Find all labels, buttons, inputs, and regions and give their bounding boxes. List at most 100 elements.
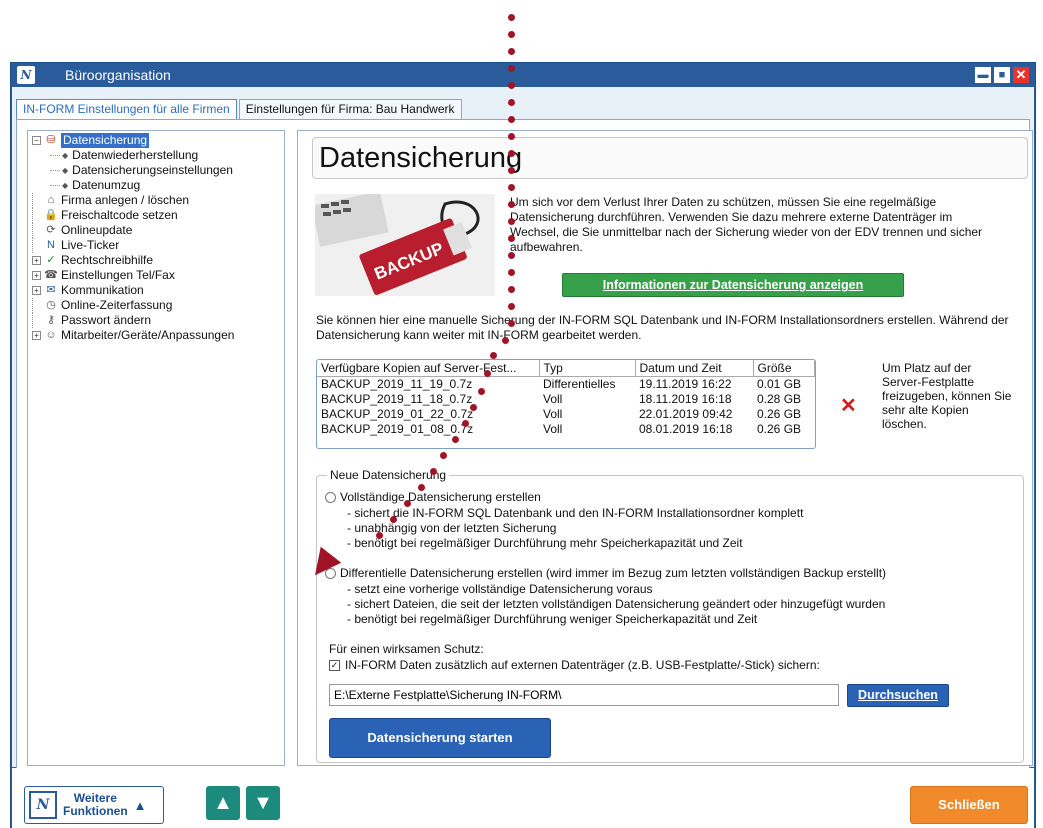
- annotation-dot: [508, 320, 515, 327]
- tree-item[interactable]: ◆ Datenwiederherstellung: [32, 148, 284, 163]
- copies-list[interactable]: Verfügbare Kopien auf Server-Fest... Typ…: [316, 359, 816, 449]
- tree-item-label: Passwort ändern: [61, 313, 152, 327]
- tree-item-label: Kommunikation: [61, 283, 144, 297]
- table-row[interactable]: BACKUP_2019_01_08_0.7z Voll 08.01.2019 16:…: [317, 422, 815, 437]
- annotation-dot: [470, 404, 477, 411]
- tree-item[interactable]: ◆ Datensicherungseinstellungen: [32, 163, 284, 178]
- tree-item-label: Einstellungen Tel/Fax: [61, 268, 175, 282]
- annotation-dot: [508, 235, 515, 242]
- table-cell: 22.01.2019 09:42: [639, 407, 733, 421]
- more-functions-button[interactable]: N Weitere Funktionen ▲: [24, 786, 164, 824]
- tab-all-companies[interactable]: IN-FORM Einstellungen für alle Firmen: [16, 99, 237, 120]
- expand-icon[interactable]: +: [32, 256, 41, 265]
- tree-item[interactable]: ◆ Datenumzug: [32, 178, 284, 193]
- tree-item[interactable]: + ✉ Kommunikation: [32, 283, 284, 298]
- external-backup-label: IN-FORM Daten zusätzlich auf externen Da…: [345, 658, 820, 672]
- app-logo-icon: N: [17, 66, 35, 84]
- col-header-date[interactable]: Datum und Zeit: [635, 360, 754, 377]
- diff-backup-label: Differentielle Datensicherung erstellen …: [340, 566, 887, 580]
- more-functions-line2: Funktionen: [63, 804, 128, 818]
- tab-company-settings[interactable]: Einstellungen für Firma: Bau Handwerk: [238, 99, 462, 119]
- app-logo-icon: N: [29, 791, 57, 819]
- table-cell: BACKUP_2019_11_18_0.7z: [321, 392, 473, 406]
- external-backup-checkbox[interactable]: ✓: [329, 659, 340, 671]
- diff-backup-option[interactable]: Differentielle Datensicherung erstellen …: [325, 566, 886, 580]
- annotation-dot: [462, 420, 469, 427]
- key-icon: ⚷: [46, 314, 56, 326]
- table-row[interactable]: BACKUP_2019_01_22_0.7z Voll 22.01.2019 09:…: [317, 407, 815, 422]
- expand-icon[interactable]: +: [32, 331, 41, 340]
- annotation-dot: [440, 452, 447, 459]
- table-row[interactable]: BACKUP_2019_11_18_0.7z Voll 18.11.2019 16:…: [317, 392, 815, 407]
- tree-item[interactable]: ⟳ Onlineupdate: [32, 223, 284, 238]
- annotation-dot: [376, 532, 383, 539]
- table-cell: Differentielles: [543, 377, 616, 392]
- table-cell: Voll: [543, 422, 563, 436]
- annotation-dot: [508, 201, 515, 208]
- annotation-dot: [490, 352, 497, 359]
- window-title: Büroorganisation: [65, 67, 171, 83]
- table-cell: 0.28 GB: [757, 392, 802, 406]
- tree-item-label: Firma anlegen / löschen: [61, 193, 190, 207]
- tree-item-label: Rechtschreibhilfe: [61, 253, 154, 267]
- tree-item-label: Mitarbeiter/Geräte/Anpassungen: [61, 328, 235, 342]
- info-button-label: Informationen zur Datensicherung anzeige…: [602, 278, 864, 292]
- annotation-dot: [508, 82, 515, 89]
- minimize-icon[interactable]: ▬: [975, 67, 991, 83]
- tree-item[interactable]: + ☎ Einstellungen Tel/Fax: [32, 268, 284, 283]
- annotation-dot: [484, 370, 491, 377]
- mail-icon: ✉: [46, 284, 56, 296]
- full-backup-radio[interactable]: [325, 491, 336, 503]
- delete-copy-icon[interactable]: ✕: [840, 393, 857, 418]
- external-path-input[interactable]: [329, 684, 839, 706]
- external-backup-option[interactable]: ✓ IN-FORM Daten zusätzlich auf externen …: [329, 658, 820, 672]
- tree-item[interactable]: 🔒 Freischaltcode setzen: [32, 208, 284, 223]
- tree-item-label: Online-Zeiterfassung: [61, 298, 173, 312]
- collapse-icon[interactable]: −: [32, 136, 41, 145]
- col-header-size[interactable]: Größe: [753, 360, 815, 377]
- phone-icon: ☎: [44, 269, 58, 281]
- expand-icon[interactable]: +: [32, 286, 41, 295]
- table-cell: 08.01.2019 16:18: [639, 422, 733, 436]
- info-button[interactable]: Informationen zur Datensicherung anzeige…: [562, 273, 904, 297]
- browse-button[interactable]: Durchsuchen: [847, 684, 949, 707]
- tree-item-label: Live-Ticker: [61, 238, 120, 252]
- tree-line: [32, 238, 41, 253]
- annotation-dot: [430, 468, 437, 475]
- annotation-dot: [390, 516, 397, 523]
- annotation-dot: [508, 218, 515, 225]
- col-header-file[interactable]: Verfügbare Kopien auf Server-Fest...: [317, 360, 540, 377]
- expand-icon[interactable]: +: [32, 271, 41, 280]
- tree-line: [32, 208, 41, 223]
- maximize-icon[interactable]: ■: [994, 67, 1010, 83]
- tree-item-label: Datensicherungseinstellungen: [72, 163, 233, 177]
- tree-item[interactable]: N Live-Ticker: [32, 238, 284, 253]
- full-backup-label: Vollständige Datensicherung erstellen: [340, 490, 541, 504]
- bullet-icon: ◆: [62, 181, 69, 190]
- annotation-dot: [418, 484, 425, 491]
- annotation-dot: [508, 269, 515, 276]
- content-pane: Datensicherung BACKUP Um sich vor dem Ve…: [297, 130, 1033, 766]
- new-backup-group: Neue Datensicherung Vollständige Datensi…: [316, 468, 1024, 763]
- nav-down-button[interactable]: ▼: [246, 786, 280, 820]
- tree-item[interactable]: ◷ Online-Zeiterfassung: [32, 298, 284, 313]
- table-cell: BACKUP_2019_11_19_0.7z: [321, 377, 473, 392]
- close-icon[interactable]: ✕: [1013, 67, 1029, 83]
- delete-hint: Um Platz auf der Server-Festplatte freiz…: [882, 361, 1012, 431]
- col-header-type[interactable]: Typ: [539, 360, 636, 377]
- table-row[interactable]: BACKUP_2019_11_19_0.7z Differentielles 19.…: [317, 377, 815, 392]
- diff-backup-bullets: - setzt eine vorherige vollständige Date…: [347, 582, 885, 627]
- tree-item[interactable]: + ✓ Rechtschreibhilfe: [32, 253, 284, 268]
- close-button[interactable]: Schließen: [910, 786, 1028, 824]
- tree-item[interactable]: + ☺ Mitarbeiter/Geräte/Anpassungen: [32, 328, 284, 343]
- tree-item[interactable]: ⌂ Firma anlegen / löschen: [32, 193, 284, 208]
- tab-panel: − ⛁ Datensicherung ◆ Datenwiederherstellung ◆…: [16, 119, 1033, 769]
- start-backup-button[interactable]: Datensicherung starten: [329, 718, 551, 758]
- ticker-icon: N: [47, 239, 55, 251]
- nav-up-button[interactable]: ▲: [206, 786, 240, 820]
- tree-item[interactable]: ⚷ Passwort ändern: [32, 313, 284, 328]
- full-bullet: - benötigt bei regelmäßiger Durchführung…: [347, 536, 743, 550]
- full-backup-option[interactable]: Vollständige Datensicherung erstellen: [325, 490, 541, 504]
- tree-item[interactable]: − ⛁ Datensicherung: [32, 133, 284, 148]
- full-backup-bullets: - sichert die IN-FORM SQL Datenbank und …: [347, 506, 803, 551]
